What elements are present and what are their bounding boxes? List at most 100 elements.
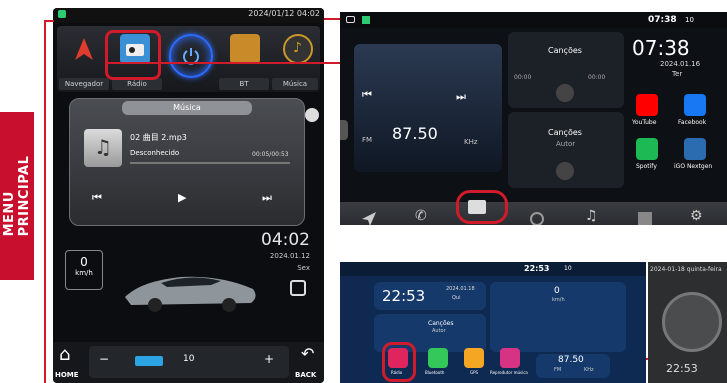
date-bottom: 2024.01.18: [446, 286, 475, 292]
vertical-head-unit-screen: 2024/01/12 04:02 ♪ Navegador Rádio BT Mú…: [53, 8, 324, 383]
card-sub-bottom: Autor: [432, 328, 446, 334]
analog-clock-screen: 2024-01-18 quinta-feira 22:53: [648, 262, 727, 383]
app-label-bluetooth[interactable]: Bluetooth: [425, 370, 444, 375]
home-status-icon: [58, 10, 66, 18]
weekday-right-top: Ter: [672, 70, 683, 78]
music-card-bottom[interactable]: Canções Autor: [508, 112, 624, 188]
igo-icon[interactable]: [684, 138, 706, 160]
track-title: 02 曲目 2.mp3: [130, 133, 187, 142]
power-icon[interactable]: [530, 212, 544, 225]
window-icon: [346, 16, 355, 23]
spotify-icon[interactable]: [636, 138, 658, 160]
radio-band: FM: [362, 136, 373, 144]
car-illustration: [125, 276, 256, 312]
youtube-icon[interactable]: [636, 94, 658, 116]
speed-value-bottom: 0: [554, 286, 560, 296]
volume-minus-button[interactable]: −: [99, 352, 109, 366]
gps-app-icon[interactable]: [464, 348, 484, 368]
radio-widget[interactable]: ⏮ ⏭ 87.50 FM KHz: [354, 44, 502, 172]
card2-title: Canções: [548, 128, 582, 137]
side-handle[interactable]: [340, 120, 348, 140]
home-icon[interactable]: ⌂: [59, 344, 70, 365]
apps-grid-icon[interactable]: [290, 280, 306, 296]
music-player-app-icon[interactable]: [500, 348, 520, 368]
side-scroll-knob[interactable]: [305, 108, 319, 122]
freq-bottom: 87.50: [558, 355, 584, 365]
home-label[interactable]: HOME: [55, 371, 79, 379]
home-status-icon: [362, 16, 370, 24]
track-time: 00:05/00:53: [252, 151, 289, 158]
clock-widget: 22:53 2024.01.18 Qui: [374, 282, 486, 310]
speed-unit: km/h: [75, 269, 93, 277]
prev-button[interactable]: ⏮: [92, 191, 102, 205]
card2-play-button[interactable]: [556, 162, 574, 180]
app-label-igo[interactable]: iGO Nextgen: [674, 163, 712, 170]
menu-principal-label: MENU PRINCIPAL: [2, 155, 32, 237]
navigation-arrow-icon[interactable]: [360, 210, 378, 225]
connector-line-top: [324, 18, 340, 20]
back-label[interactable]: BACK: [295, 371, 316, 379]
radio-highlight-ring: [105, 30, 161, 80]
freq-unit-bottom: KHz: [584, 367, 594, 373]
status-bar: 2024/01/12 04:02: [53, 8, 324, 23]
weekday-label: Sex: [297, 264, 310, 272]
bluetooth-app-icon[interactable]: [428, 348, 448, 368]
settings-icon[interactable]: ⚙: [690, 208, 703, 224]
card1-play-button[interactable]: [556, 84, 574, 102]
status-time: 22:53: [524, 264, 550, 273]
weekday-bottom: Qui: [452, 295, 461, 301]
radio-unit: KHz: [464, 138, 478, 146]
track-artist: Desconhecido: [130, 149, 180, 157]
next-icon[interactable]: ⏭: [456, 90, 466, 104]
menu-principal-tag: MENU PRINCIPAL: [0, 112, 34, 280]
side-clock: 22:53: [666, 362, 698, 375]
power-button[interactable]: [169, 34, 213, 78]
music-icon[interactable]: ♪: [283, 34, 313, 64]
volume-plus-button[interactable]: +: [264, 352, 274, 366]
back-icon[interactable]: ↶: [301, 344, 314, 363]
speed-unit-bottom: km/h: [552, 297, 565, 303]
volume-slider-fill[interactable]: [135, 356, 163, 366]
gallery-icon[interactable]: [638, 212, 652, 225]
status-date: 2024/01/12 04:02: [248, 9, 320, 18]
dock-label-musica[interactable]: Música: [272, 78, 318, 90]
play-button[interactable]: ▶: [178, 191, 186, 204]
music-tab[interactable]: Música: [122, 101, 252, 115]
app-label-facebook[interactable]: Facebook: [678, 119, 706, 126]
analog-clock-face: [662, 292, 722, 352]
app-label-music-player[interactable]: Reprodutor música: [490, 370, 528, 375]
clock-bottom: 22:53: [382, 287, 426, 305]
progress-track[interactable]: [130, 162, 290, 164]
next-button[interactable]: ⏭: [262, 191, 272, 205]
dock-label-navegador[interactable]: Navegador: [59, 78, 109, 90]
dock-label-bt[interactable]: BT: [219, 78, 269, 90]
album-art-icon: ♫: [84, 129, 122, 167]
phone-book-icon[interactable]: [230, 34, 260, 64]
side-menu: [340, 276, 368, 383]
music-widget: Música ♫ 02 曲目 2.mp3 Desconhecido 00:05/…: [69, 98, 305, 226]
status-volume: 10: [564, 265, 572, 272]
phone-icon[interactable]: ✆: [415, 208, 427, 224]
status-time: 07:38: [648, 15, 677, 25]
bottom-control-bar: ⌂ HOME − 10 + ↶ BACK: [53, 342, 324, 383]
bottom-dock-top: ✆ ♫ ⚙: [340, 202, 727, 225]
app-label-gps[interactable]: GPS: [470, 370, 478, 375]
app-dock: ♪ Navegador Rádio BT Música: [57, 26, 320, 92]
radio-widget-bottom[interactable]: 87.50 FM KHz: [536, 354, 610, 378]
clock: 04:02: [261, 230, 310, 250]
navigation-arrow-icon[interactable]: [69, 34, 99, 64]
music-icon[interactable]: ♫: [585, 208, 598, 224]
app-label-spotify[interactable]: Spotify: [636, 163, 657, 170]
radio-app-highlight-ring: [382, 342, 416, 382]
freq-band-bottom: FM: [554, 367, 562, 373]
date-label: 2024.01.12: [269, 252, 310, 260]
music-card-top[interactable]: Canções 00:00 00:00: [508, 32, 624, 108]
date-right-top: 2024.01.16: [660, 60, 701, 68]
status-bar-bottom: 22:53 10: [340, 262, 646, 276]
connector-line-left: [44, 20, 46, 383]
prev-icon[interactable]: ⏮: [362, 88, 372, 102]
app-label-youtube[interactable]: YouTube: [632, 119, 656, 126]
card-title-bottom: Canções: [428, 320, 454, 327]
card1-title: Canções: [548, 46, 582, 55]
facebook-icon[interactable]: [684, 94, 706, 116]
